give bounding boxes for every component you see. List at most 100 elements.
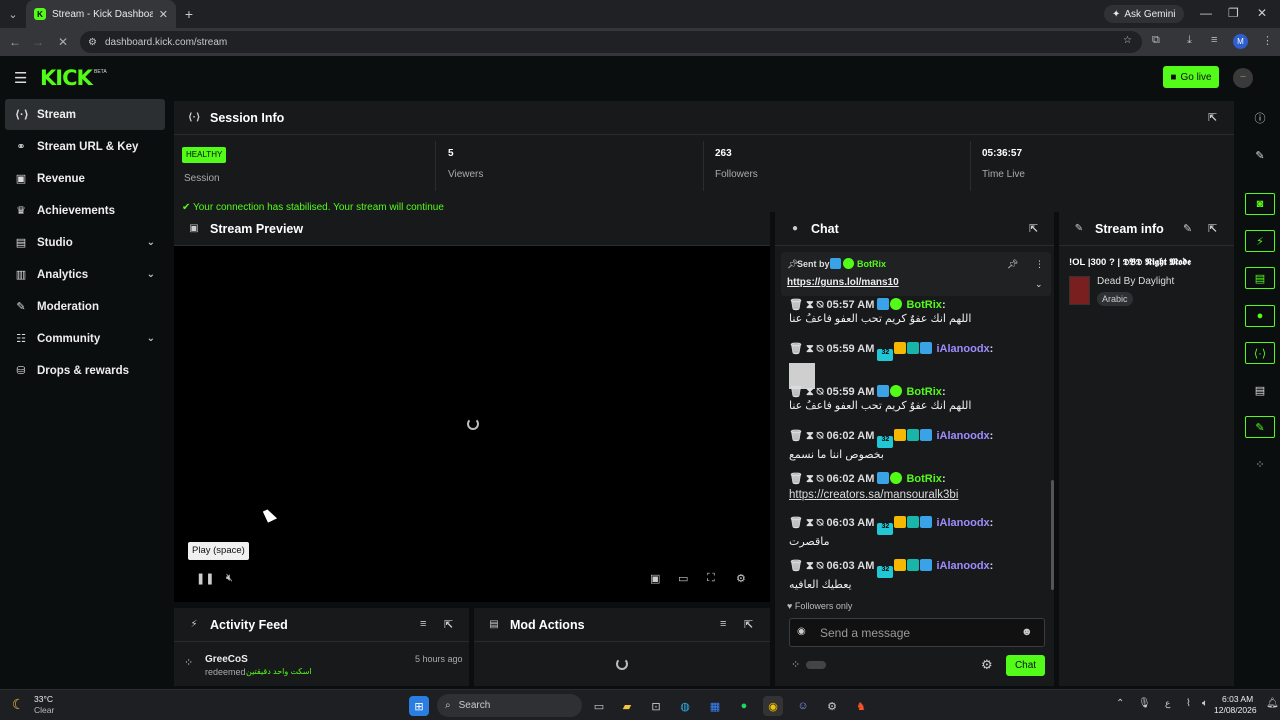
kick-logo[interactable]: KICK (40, 66, 93, 90)
delete-icon[interactable]: 🗑︎ (789, 343, 803, 355)
chat-scrollbar[interactable] (1051, 480, 1054, 590)
mute-icon[interactable]: 🔇︎ (226, 572, 233, 585)
taskbar-search[interactable]: ⌕ Search (437, 694, 582, 717)
chevron-up-icon[interactable]: ⌃ (1116, 698, 1124, 709)
filter-icon[interactable]: ≡ (720, 618, 726, 630)
go-live-button[interactable]: ■ Go live (1163, 66, 1219, 88)
tab-search-icon[interactable]: ⌄ (0, 0, 26, 28)
popout-icon[interactable]: ⇱ (1208, 111, 1217, 124)
session-info-toggle-icon[interactable]: ◙ (1245, 193, 1275, 215)
file-explorer-icon[interactable]: ▰ (617, 696, 637, 716)
network-icon[interactable]: ⌇ (1186, 698, 1191, 709)
points-toggle[interactable] (806, 661, 826, 669)
pinned-link[interactable]: https://guns.lol/mans10 (787, 277, 899, 288)
popout-icon[interactable]: ⇱ (1208, 222, 1217, 235)
theater-mode-icon[interactable]: ▭ (678, 572, 688, 585)
chat-message[interactable]: 🗑︎ ⧗ ⍉ 05:59 AM BotRix: اللهم انك عفوٌ ك… (789, 385, 1041, 412)
chat-message[interactable]: 🗑︎ ⧗ ⍉ 06:02 AM 32 iAlanoodx: بخصوص اننا… (789, 429, 1041, 461)
filter-icon[interactable]: ≡ (420, 618, 426, 630)
more-options-icon[interactable]: ⋮ (1035, 259, 1044, 270)
sidebar-item-stream[interactable]: ⟨·⟩ Stream (5, 99, 165, 130)
delete-icon[interactable]: 🗑︎ (789, 386, 803, 398)
back-icon[interactable]: ← (4, 35, 26, 49)
stop-loading-icon[interactable]: ✕ (52, 35, 74, 49)
settings-gear-icon[interactable]: ⚙ (736, 572, 746, 585)
download-icon[interactable]: ⤓ (1187, 34, 1192, 47)
calendar-icon[interactable]: ▦ (705, 696, 725, 716)
start-icon[interactable]: ⊞ (409, 696, 429, 716)
sidebar-item-analytics[interactable]: ▥ Analytics ⌄ (5, 259, 165, 290)
popout-icon[interactable]: ⇱ (444, 618, 453, 631)
chevron-down-icon[interactable]: ⌄ (1035, 279, 1043, 290)
language-icon[interactable]: ع (1165, 698, 1170, 709)
delete-icon[interactable]: 🗑︎ (789, 473, 803, 485)
close-tab-icon[interactable]: ✕ (159, 8, 168, 21)
unpin-icon[interactable]: 📌︎ (1007, 259, 1018, 270)
media-controls-icon[interactable]: ≡ (1211, 34, 1217, 46)
delete-icon[interactable]: 🗑︎ (789, 430, 803, 442)
fullscreen-icon[interactable]: ⛶ (707, 572, 715, 585)
sidebar-item-studio[interactable]: ▤ Studio ⌄ (5, 227, 165, 258)
activity-feed-toggle-icon[interactable]: ⚡ (1245, 230, 1275, 252)
clock-date[interactable]: 12/08/2026 (1214, 705, 1257, 715)
chat-message[interactable]: 🗑︎ ⧗ ⍉ 05:59 AM 32 iAlanoodx: (789, 342, 1041, 389)
stream-preview-toggle-icon[interactable]: ⟨·⟩ (1245, 342, 1275, 364)
chrome-icon[interactable]: ◉ (763, 696, 783, 716)
category-name[interactable]: Dead By Daylight (1097, 276, 1174, 287)
chat-message[interactable]: 🗑︎ ⧗ ⍉ 05:57 AM BotRix: اللهم انك عفوٌ ك… (789, 298, 1041, 325)
points-icon[interactable]: ⁘ (1245, 453, 1275, 475)
sidebar-item-achievements[interactable]: ♛ Achievements (5, 195, 165, 226)
chat-link[interactable]: https://creators.sa/mansouralk3bi (789, 489, 1041, 501)
chat-toggle-icon[interactable]: ● (1245, 305, 1275, 327)
volume-icon[interactable]: 🔈︎ (1202, 698, 1208, 709)
sidebar-item-moderation[interactable]: ✎ Moderation (5, 291, 165, 322)
mini-player-icon[interactable]: ▣ (650, 572, 660, 585)
sidebar-item-stream-url-key[interactable]: ⚭ Stream URL & Key (5, 131, 165, 162)
chat-message[interactable]: 🗑︎ ⧗ ⍉ 06:02 AM BotRix: https://creators… (789, 472, 1041, 501)
task-view-icon[interactable]: ▭ (589, 696, 609, 716)
edit-pencil-icon[interactable]: ✎ (1245, 144, 1275, 166)
site-info-icon[interactable]: ⚙ (88, 37, 97, 48)
chat-message[interactable]: 🗑︎ ⧗ ⍉ 06:03 AM 32 iAlanoodx: يعطيك العا… (789, 559, 1041, 591)
category-thumbnail[interactable] (1069, 276, 1090, 305)
close-window-icon[interactable]: ✕ (1257, 6, 1267, 20)
clock-time[interactable]: 6:03 AM (1222, 694, 1253, 704)
emoji-icon[interactable]: ☻ (1021, 626, 1033, 638)
mod-actions-toggle-icon[interactable]: ▤ (1245, 267, 1275, 289)
minimize-icon[interactable]: — (1200, 6, 1212, 20)
sidebar-item-community[interactable]: ☷ Community ⌄ (5, 323, 165, 354)
microphone-icon[interactable]: 🎙︎ (1138, 698, 1151, 709)
delete-icon[interactable]: 🗑︎ (789, 299, 803, 311)
info-icon[interactable]: ⓘ (1245, 107, 1275, 129)
edge-icon[interactable]: ◍ (675, 696, 695, 716)
delete-icon[interactable]: 🗑︎ (789, 517, 803, 529)
send-chat-button[interactable]: Chat (1006, 655, 1045, 676)
browser-menu-icon[interactable]: ⋮ (1262, 34, 1273, 47)
edit-pencil-icon[interactable]: ✎ (1183, 222, 1192, 235)
restore-icon[interactable]: ❐ (1228, 6, 1239, 20)
ask-gemini-button[interactable]: ✦ Ask Gemini (1104, 5, 1184, 23)
layout-icon[interactable]: ▤ (1245, 379, 1275, 401)
sidebar-item-drops-rewards[interactable]: ⛁ Drops & rewards (5, 355, 165, 386)
new-tab-button[interactable]: + (176, 6, 202, 22)
chat-message[interactable]: 🗑︎ ⧗ ⍉ 06:03 AM 32 iAlanoodx: ماقصرت (789, 516, 1041, 548)
pause-icon[interactable]: ❚❚ (196, 572, 214, 585)
chat-settings-gear-icon[interactable]: ⚙ (981, 657, 993, 673)
notifications-icon[interactable]: 🔔︎ (1266, 698, 1279, 709)
address-bar[interactable]: ⚙ dashboard.kick.com/stream ☆ (80, 31, 1142, 53)
browser-tab[interactable]: K Stream - Kick Dashboard ✕ (26, 0, 176, 28)
store-icon[interactable]: ⊡ (646, 696, 666, 716)
chat-message-input[interactable]: Send a message (789, 618, 1045, 647)
sidebar-item-revenue[interactable]: ▣ Revenue (5, 163, 165, 194)
popout-icon[interactable]: ⇱ (744, 618, 753, 631)
points-icon[interactable]: ⁘ (791, 658, 800, 671)
stream-info-toggle-icon[interactable]: ✎ (1245, 416, 1275, 438)
video-player[interactable]: Play (space) ❚❚ 🔇︎ ▣ ▭ ⛶ ⚙ (174, 246, 770, 602)
discord-icon[interactable]: ☺ (793, 696, 813, 716)
user-avatar[interactable]: – (1233, 68, 1253, 88)
popout-icon[interactable]: ⇱ (1029, 222, 1038, 235)
delete-icon[interactable]: 🗑︎ (789, 560, 803, 572)
extensions-icon[interactable]: ⧉ (1152, 34, 1160, 47)
pinned-message[interactable]: 📌︎ Sent by BotRix 📌︎ ⋮ https://guns.lol/… (781, 252, 1051, 296)
brave-icon[interactable]: ♞ (851, 696, 871, 716)
